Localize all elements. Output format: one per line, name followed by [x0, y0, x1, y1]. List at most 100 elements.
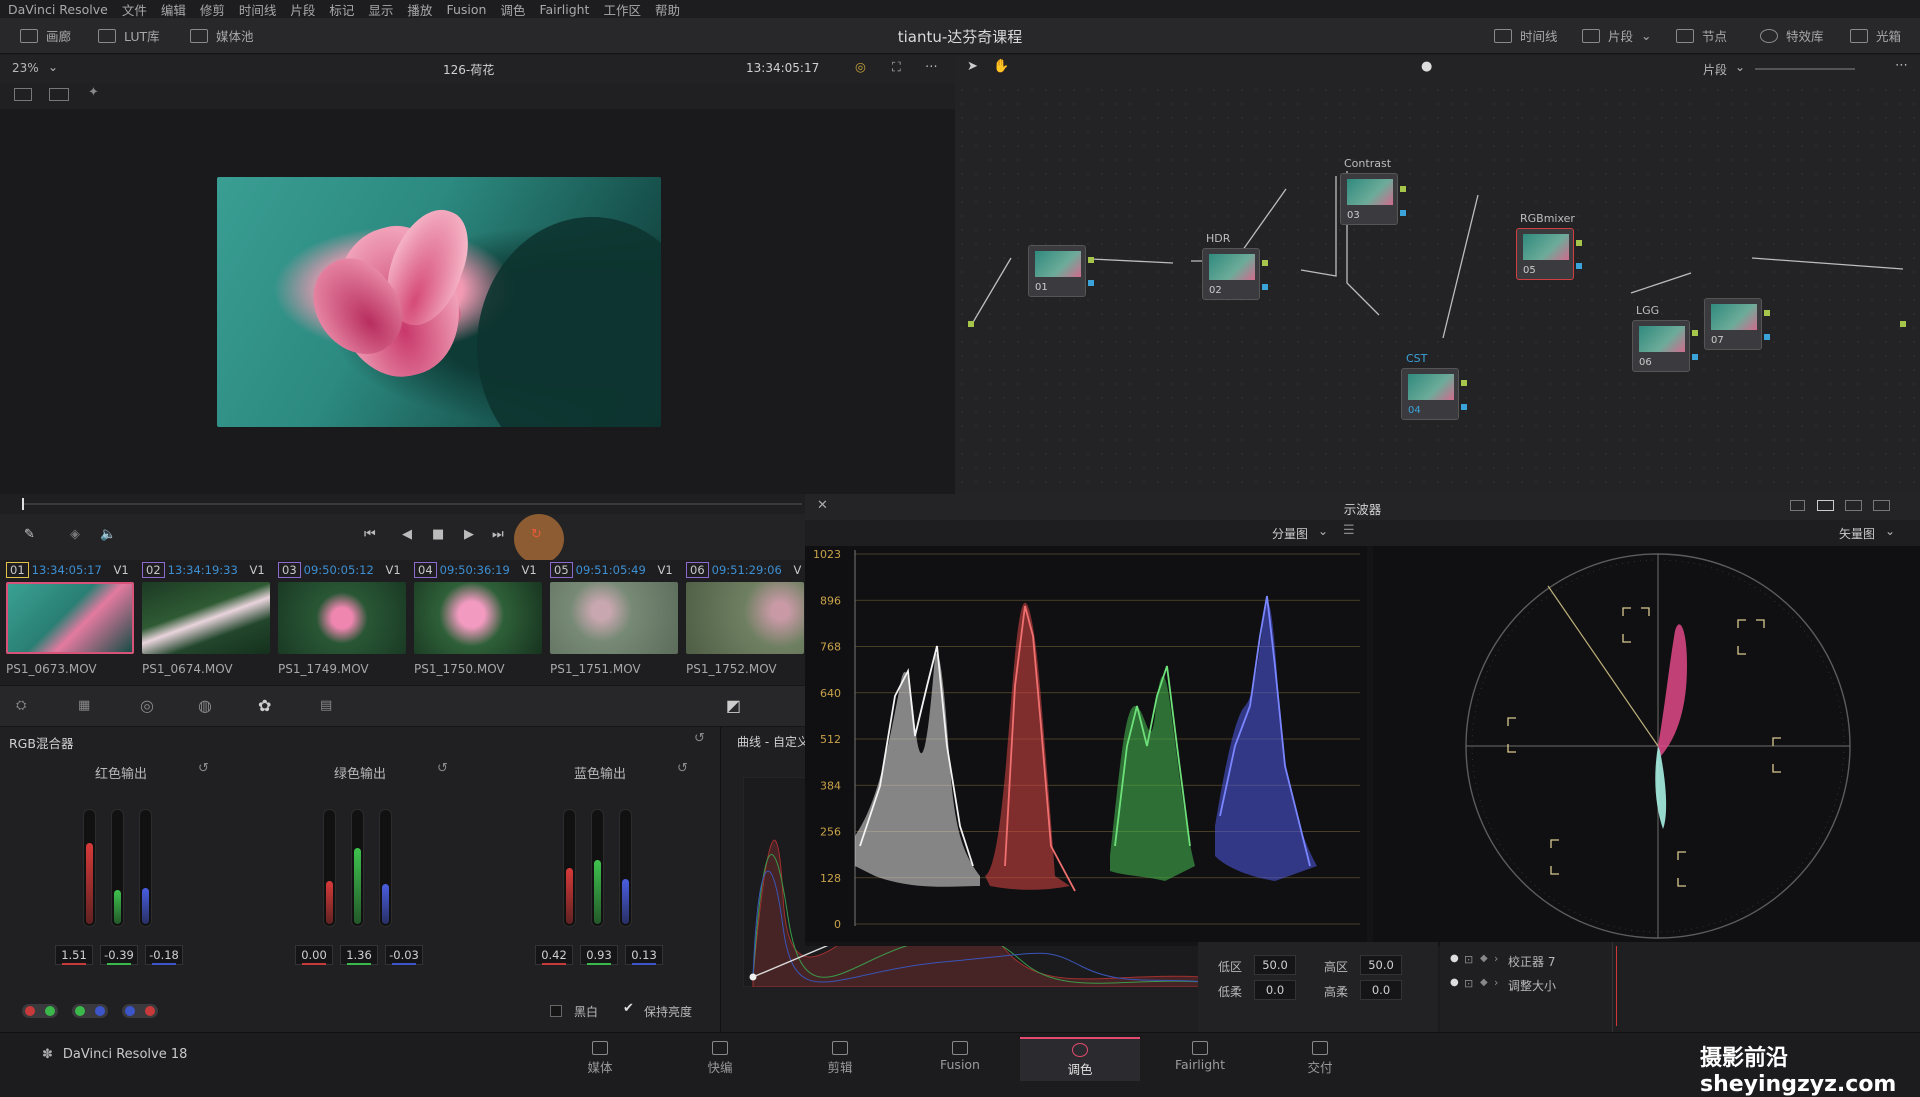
motion-effects-icon[interactable]: ▤	[320, 698, 332, 713]
vectorscope-mode-select[interactable]: 矢量图	[1839, 525, 1875, 542]
volume-icon[interactable]: 🔈	[100, 527, 116, 542]
single-view-icon[interactable]	[14, 88, 32, 101]
node-06-lgg[interactable]: 06	[1632, 320, 1690, 372]
menu-mark[interactable]: 标记	[329, 0, 354, 19]
menu-trim[interactable]: 修剪	[200, 0, 225, 19]
monochrome-checkbox[interactable]	[550, 1005, 562, 1017]
red-out-blue-value[interactable]: -0.18	[145, 945, 183, 965]
hand-tool-icon[interactable]: ✋	[993, 59, 1009, 74]
color-match-icon[interactable]: ▦	[78, 698, 90, 713]
clip-title[interactable]: 126-荷花	[443, 61, 494, 78]
reset-icon[interactable]: ↺	[677, 761, 688, 776]
node-zoom-slider[interactable]	[1755, 68, 1855, 70]
page-fusion[interactable]: Fusion	[900, 1037, 1020, 1081]
enable-dot-icon[interactable]: ●	[1450, 977, 1459, 988]
menu-timeline[interactable]: 时间线	[239, 0, 277, 19]
keyframe-playhead[interactable]	[1616, 946, 1617, 1026]
green-out-green-fader[interactable]	[351, 809, 364, 927]
keyframe-icon[interactable]: ◆	[1480, 977, 1488, 988]
timeline-toggle[interactable]: 时间线	[1494, 26, 1558, 45]
menu-help[interactable]: 帮助	[655, 0, 680, 19]
stop-icon[interactable]: ■	[432, 527, 444, 542]
go-to-start-icon[interactable]: ⏮	[364, 527, 376, 542]
blue-out-red-fader[interactable]	[563, 809, 576, 927]
color-wheels-icon[interactable]: ◎	[140, 696, 154, 715]
blue-out-green-fader[interactable]	[591, 809, 604, 927]
zoom-select[interactable]: 23%	[12, 61, 39, 75]
eyedropper-icon[interactable]: ✎	[24, 527, 35, 542]
more-options-icon[interactable]: ⋯	[1895, 58, 1908, 73]
pointer-tool-icon[interactable]: ➤	[967, 59, 978, 74]
keyframe-track[interactable]: ● ⊡ ◆ › 校正器 7	[1440, 952, 1610, 972]
scope-settings-icon[interactable]: ☰	[1343, 523, 1355, 538]
page-media[interactable]: 媒体	[540, 1037, 660, 1081]
magic-wand-icon[interactable]: ✦	[88, 85, 99, 100]
reset-icon[interactable]: ↺	[198, 761, 209, 776]
sync-icon[interactable]: ◎	[855, 59, 866, 74]
clip-thumbnail-06[interactable]	[686, 582, 804, 654]
play-icon[interactable]: ▶	[464, 527, 474, 542]
clip-thumbnail-05[interactable]	[550, 582, 678, 654]
node-mode-select[interactable]: 片段	[1703, 61, 1727, 78]
camera-raw-icon[interactable]: ⛭	[16, 698, 26, 713]
playhead[interactable]	[22, 498, 24, 510]
node-07[interactable]: 07	[1704, 298, 1762, 350]
fx-library-toggle[interactable]: 特效库	[1760, 26, 1824, 45]
blue-out-blue-value[interactable]: 0.13	[625, 945, 663, 965]
curves-icon[interactable]: ◩	[726, 696, 741, 715]
page-fairlight[interactable]: Fairlight	[1140, 1037, 1260, 1081]
red-out-blue-fader[interactable]	[139, 809, 152, 927]
low-soft-value[interactable]: 0.0	[1254, 980, 1296, 1000]
highlight-icon[interactable]: ◈	[70, 527, 80, 542]
red-out-red-fader[interactable]	[83, 809, 96, 927]
menu-davinci[interactable]: DaVinci Resolve	[8, 2, 108, 17]
clip-thumbnail-03[interactable]	[278, 582, 406, 654]
clip-thumbnail-01[interactable]	[6, 582, 134, 654]
blue-out-green-value[interactable]: 0.93	[580, 945, 618, 965]
loop-icon[interactable]: ↻	[531, 527, 542, 542]
lock-icon[interactable]: ⊡	[1464, 977, 1473, 990]
chevron-right-icon[interactable]: ›	[1494, 952, 1498, 965]
fullscreen-icon[interactable]: ⛶	[892, 59, 901, 75]
swap-red-green-button[interactable]	[22, 1004, 58, 1018]
scrubber-bar[interactable]	[0, 494, 805, 514]
menu-workspace[interactable]: 工作区	[603, 0, 641, 19]
clip-thumbnail-02[interactable]	[142, 582, 270, 654]
clips-toggle[interactable]: 片段 ⌄	[1582, 26, 1652, 45]
keyframe-track[interactable]: ● ⊡ ◆ › 调整大小	[1440, 976, 1610, 996]
reset-icon[interactable]: ↺	[694, 731, 705, 746]
menu-color[interactable]: 调色	[500, 0, 525, 19]
quad-layout-icon[interactable]	[1845, 500, 1862, 511]
page-edit[interactable]: 剪辑	[780, 1037, 900, 1081]
green-out-blue-fader[interactable]	[379, 809, 392, 927]
grid-layout-icon[interactable]	[1873, 500, 1890, 511]
menu-edit[interactable]: 编辑	[161, 0, 186, 19]
red-out-green-value[interactable]: -0.39	[100, 945, 138, 965]
keyframe-icon[interactable]: ◆	[1480, 953, 1488, 964]
blue-out-blue-fader[interactable]	[619, 809, 632, 927]
swap-blue-red-button[interactable]	[122, 1004, 158, 1018]
blue-out-red-value[interactable]: 0.42	[535, 945, 573, 965]
menu-fusion[interactable]: Fusion	[446, 2, 486, 17]
page-cut[interactable]: 快编	[660, 1037, 780, 1081]
node-01[interactable]: 01	[1028, 245, 1086, 297]
green-out-green-value[interactable]: 1.36	[340, 945, 378, 965]
hdr-wheels-icon[interactable]: ◍	[198, 696, 212, 715]
node-04-cst[interactable]: 04	[1401, 368, 1459, 420]
lightbox-toggle[interactable]: 光箱	[1850, 26, 1901, 45]
step-back-icon[interactable]: ◀	[402, 527, 412, 542]
green-out-red-value[interactable]: 0.00	[295, 945, 333, 965]
menu-fairlight[interactable]: Fairlight	[539, 2, 589, 17]
reset-icon[interactable]: ↺	[437, 761, 448, 776]
menu-file[interactable]: 文件	[122, 0, 147, 19]
source-port[interactable]	[968, 321, 974, 327]
page-deliver[interactable]: 交付	[1260, 1037, 1380, 1081]
preserve-luminance-checkbox[interactable]: ✔	[623, 1001, 634, 1016]
menu-clip[interactable]: 片段	[290, 0, 315, 19]
node-02-hdr[interactable]: 02	[1202, 248, 1260, 300]
output-port[interactable]	[1900, 321, 1906, 327]
red-out-red-value[interactable]: 1.51	[55, 945, 93, 965]
page-color[interactable]: 调色	[1020, 1037, 1140, 1081]
node-03-contrast[interactable]: 03	[1340, 173, 1398, 225]
swap-green-blue-button[interactable]	[72, 1004, 108, 1018]
